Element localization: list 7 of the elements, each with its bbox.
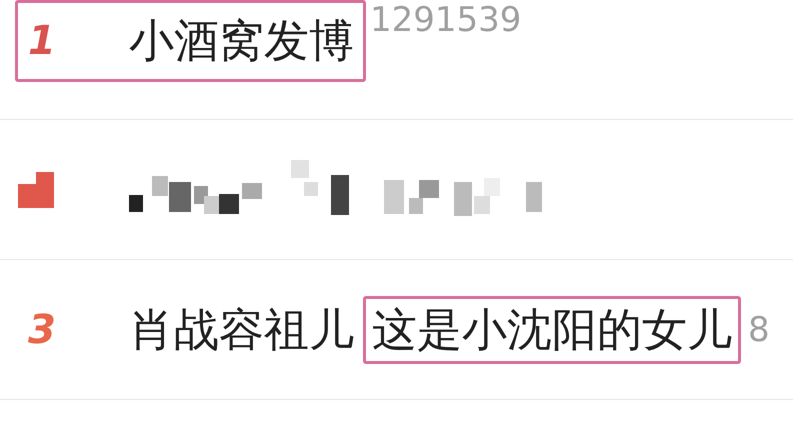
topic-title[interactable]: 肖战容祖儿 <box>129 302 354 356</box>
rank-number: 1 <box>28 18 57 64</box>
search-count: 8 <box>748 310 770 350</box>
search-count: 1291539 <box>370 0 522 40</box>
topic-title[interactable]: 小酒窝发博 <box>129 14 354 68</box>
topic-title[interactable]: 这是小沈阳的女儿 <box>372 302 732 356</box>
rank-number: 3 <box>28 306 57 352</box>
